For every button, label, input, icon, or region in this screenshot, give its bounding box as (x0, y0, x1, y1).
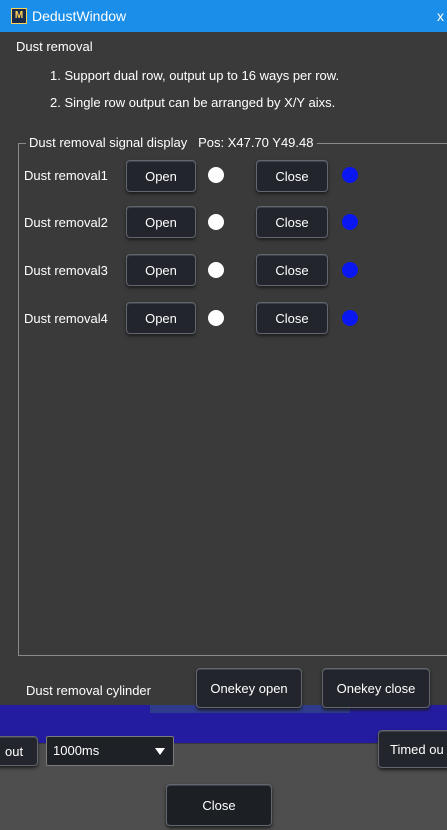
title-bar: M DedustWindow x (0, 0, 447, 32)
dust-removal-4-open-indicator (208, 310, 224, 326)
dust-removal-4-close-indicator (342, 310, 358, 326)
dust-removal-3-label: Dust removal3 (24, 263, 108, 278)
close-button[interactable]: Close (166, 784, 272, 826)
timed-out-partial-button[interactable]: Timed ou (378, 730, 447, 768)
dust-removal-2-open-indicator (208, 214, 224, 230)
dust-removal-cylinder-label: Dust removal cylinder (26, 683, 151, 698)
dust-removal-3-open-button[interactable]: Open (126, 254, 196, 286)
dust-removal-1-close-indicator (342, 167, 358, 183)
timed-output-partial-button[interactable]: out (0, 736, 38, 766)
dust-removal-4-close-button[interactable]: Close (256, 302, 328, 334)
info-line-2: 2. Single row output can be arranged by … (50, 95, 336, 110)
dust-removal-1-close-button[interactable]: Close (256, 160, 328, 192)
dust-removal-2-label: Dust removal2 (24, 215, 108, 230)
chevron-down-icon (155, 748, 165, 755)
interval-select-value: 1000ms (53, 743, 100, 758)
dust-removal-4-label: Dust removal4 (24, 311, 108, 326)
window-close-icon[interactable]: x (437, 0, 447, 32)
dust-removal-1-open-button[interactable]: Open (126, 160, 196, 192)
position-readout: Pos: X47.70 Y49.48 (198, 135, 314, 150)
onekey-close-button[interactable]: Onekey close (322, 668, 430, 708)
onekey-open-button[interactable]: Onekey open (196, 668, 302, 708)
app-icon: M (11, 8, 27, 24)
dust-removal-2-open-button[interactable]: Open (126, 206, 196, 238)
signal-group-title: Dust removal signal display (29, 135, 188, 150)
signal-group-legend: Dust removal signal display Pos: X47.70 … (26, 135, 317, 151)
dust-removal-3-open-indicator (208, 262, 224, 278)
dust-removal-2-close-button[interactable]: Close (256, 206, 328, 238)
info-line-1: 1. Support dual row, output up to 16 way… (50, 68, 340, 83)
dust-removal-3-close-indicator (342, 262, 358, 278)
dust-removal-2-close-indicator (342, 214, 358, 230)
section-title: Dust removal (16, 39, 93, 54)
dust-removal-4-open-button[interactable]: Open (126, 302, 196, 334)
dust-removal-1-open-indicator (208, 167, 224, 183)
window-title: DedustWindow (32, 8, 127, 24)
interval-select[interactable]: 1000ms (46, 736, 174, 766)
dust-removal-3-close-button[interactable]: Close (256, 254, 328, 286)
dust-removal-1-label: Dust removal1 (24, 168, 108, 183)
